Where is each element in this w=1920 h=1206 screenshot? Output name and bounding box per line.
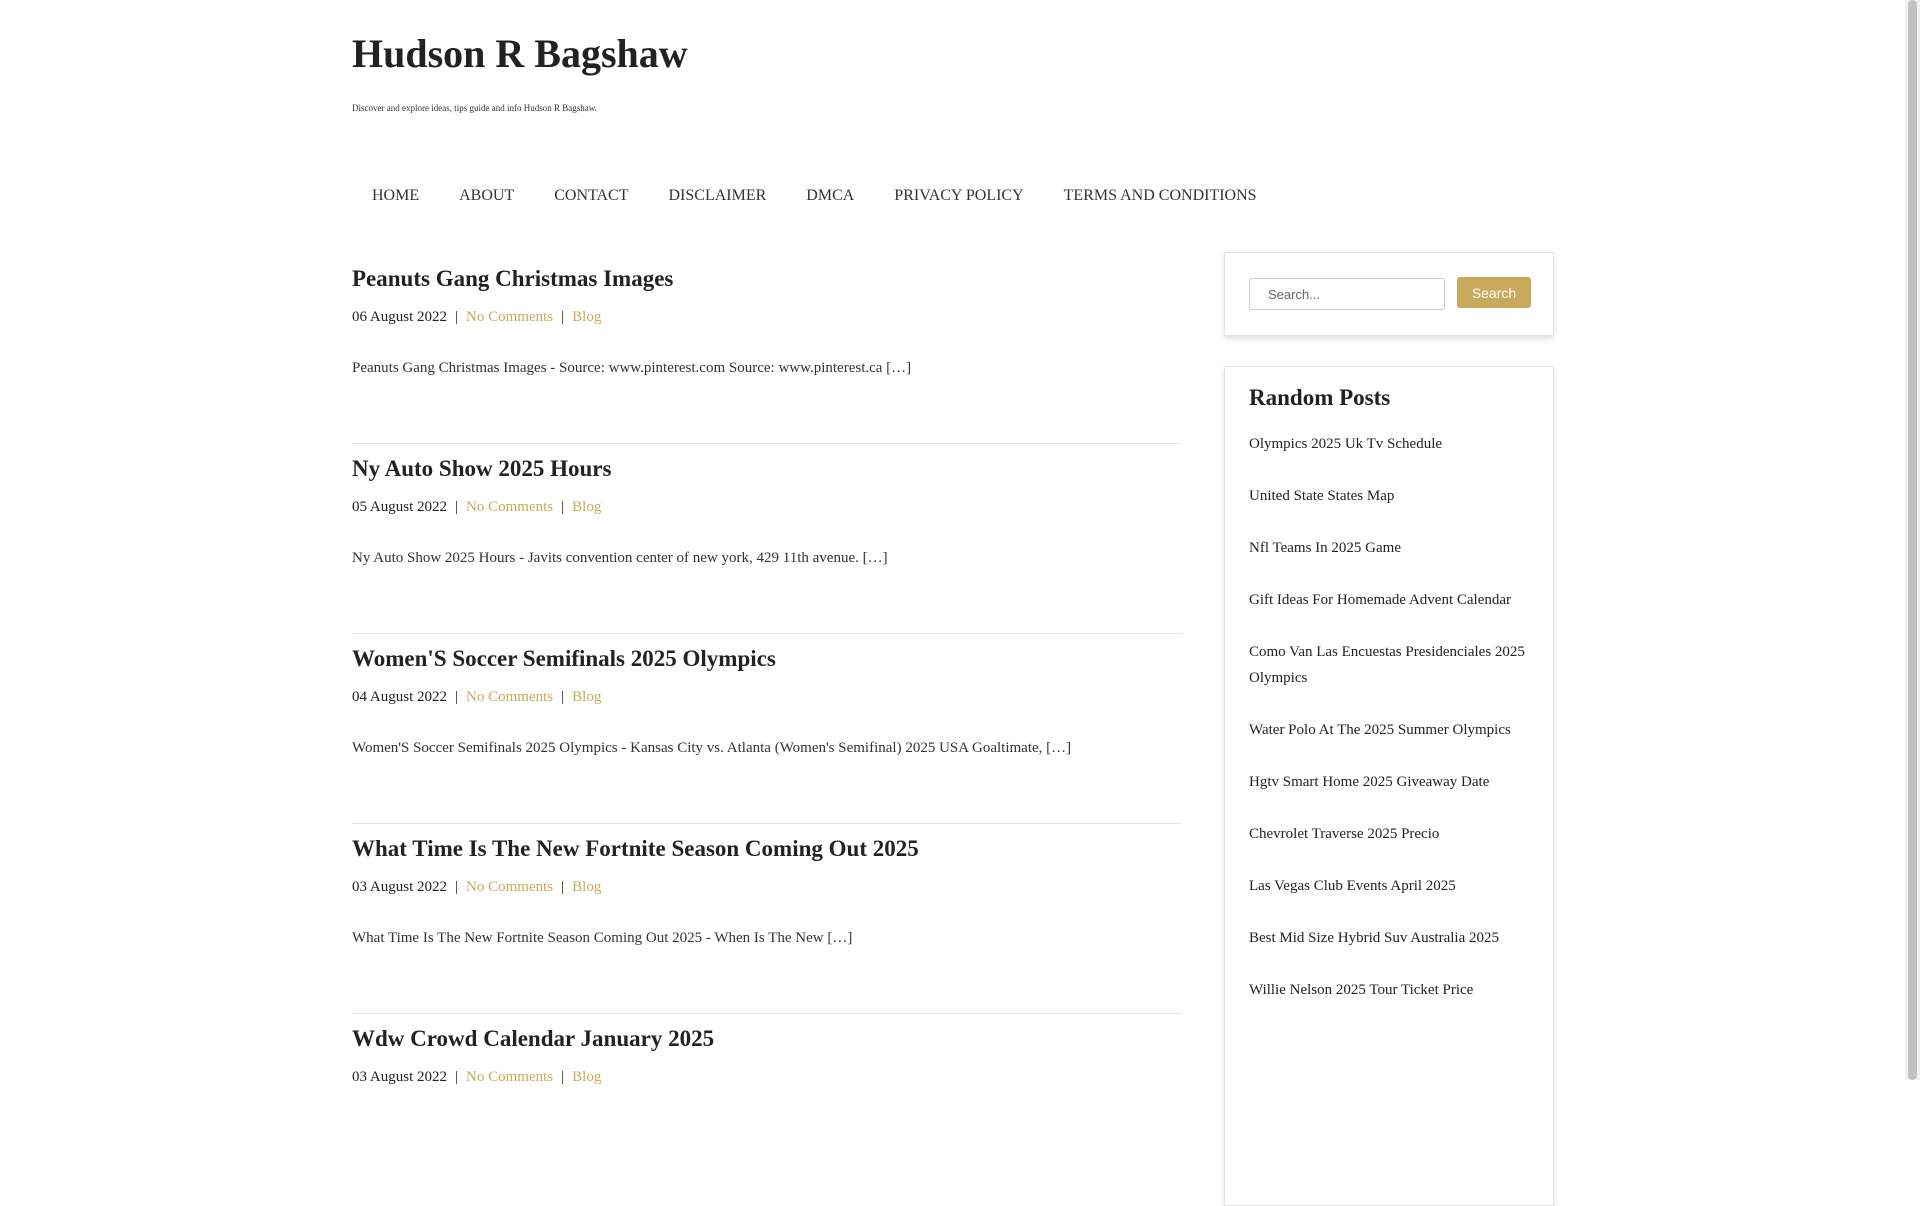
random-post-link[interactable]: Willie Nelson 2025 Tour Ticket Price [1249,977,1529,1003]
sidebar: Search Random Posts Olympics 2025 Uk Tv … [1224,252,1554,1206]
meta-separator: | [561,499,565,515]
post-excerpt: Ny Auto Show 2025 Hours - Javits convent… [352,550,888,566]
nav-contact[interactable]: CONTACT [534,184,648,208]
random-post-link[interactable]: Hgtv Smart Home 2025 Giveaway Date [1249,769,1529,795]
meta-separator: | [455,499,459,515]
random-post-link[interactable]: United State States Map [1249,483,1529,509]
post-title[interactable]: Women'S Soccer Semifinals 2025 Olympics [352,646,776,672]
post-category-link[interactable]: Blog [572,689,601,705]
post-category-link[interactable]: Blog [572,1069,601,1085]
meta-separator: | [455,309,459,325]
post-list: Peanuts Gang Christmas Images 06 August … [352,254,1182,1204]
post-item: Peanuts Gang Christmas Images 06 August … [352,254,1182,444]
post-meta: 06 August 2022 | No Comments | Blog [352,309,601,326]
post-date: 04 August 2022 [352,689,448,705]
random-post-link[interactable]: Chevrolet Traverse 2025 Precio [1249,821,1529,847]
meta-separator: | [561,309,565,325]
random-posts-widget: Random Posts Olympics 2025 Uk Tv Schedul… [1224,366,1554,1206]
post-excerpt: What Time Is The New Fortnite Season Com… [352,930,853,946]
random-posts-list: Olympics 2025 Uk Tv Schedule United Stat… [1249,431,1529,1003]
random-post-link[interactable]: Como Van Las Encuestas Presidenciales 20… [1249,639,1529,691]
post-item: Wdw Crowd Calendar January 2025 03 Augus… [352,1014,1182,1204]
nav-dmca[interactable]: DMCA [786,184,874,208]
random-post-link[interactable]: Water Polo At The 2025 Summer Olympics [1249,717,1529,743]
post-title[interactable]: Peanuts Gang Christmas Images [352,266,673,292]
post-comments-link[interactable]: No Comments [466,309,553,325]
post-category-link[interactable]: Blog [572,879,601,895]
random-post-link[interactable]: Las Vegas Club Events April 2025 [1249,873,1529,899]
random-post-link[interactable]: Olympics 2025 Uk Tv Schedule [1249,431,1529,457]
random-post-link[interactable]: Best Mid Size Hybrid Suv Australia 2025 [1249,925,1529,951]
post-excerpt: Women'S Soccer Semifinals 2025 Olympics … [352,740,1072,756]
meta-separator: | [561,1069,565,1085]
post-item: Ny Auto Show 2025 Hours 05 August 2022 | N… [352,444,1182,634]
post-item: Women'S Soccer Semifinals 2025 Olympics … [352,634,1182,824]
main-nav: HOME ABOUT CONTACT DISCLAIMER DMCA PRIVA… [352,184,1277,208]
post-comments-link[interactable]: No Comments [466,689,553,705]
post-title[interactable]: Wdw Crowd Calendar January 2025 [352,1026,714,1052]
search-input[interactable] [1249,278,1445,310]
meta-separator: | [561,879,565,895]
post-category-link[interactable]: Blog [572,499,601,515]
post-comments-link[interactable]: No Comments [466,879,553,895]
nav-privacy-policy[interactable]: PRIVACY POLICY [874,184,1043,208]
nav-terms-and-conditions[interactable]: TERMS AND CONDITIONS [1044,184,1277,208]
post-category-link[interactable]: Blog [572,309,601,325]
post-title[interactable]: What Time Is The New Fortnite Season Com… [352,836,919,862]
random-post-link[interactable]: Nfl Teams In 2025 Game [1249,535,1529,561]
meta-separator: | [455,689,459,705]
scrollbar-thumb[interactable] [1908,0,1917,1080]
post-item: What Time Is The New Fortnite Season Com… [352,824,1182,1014]
post-meta: 05 August 2022 | No Comments | Blog [352,499,601,516]
nav-about[interactable]: ABOUT [439,184,534,208]
post-meta: 03 August 2022 | No Comments | Blog [352,1069,601,1086]
site-title[interactable]: Hudson R Bagshaw [352,30,688,77]
meta-separator: | [561,689,565,705]
post-title[interactable]: Ny Auto Show 2025 Hours [352,456,611,482]
post-meta: 04 August 2022 | No Comments | Blog [352,689,601,706]
search-button[interactable]: Search [1457,277,1531,308]
post-date: 03 August 2022 [352,1069,448,1085]
site-description: Discover and explore ideas, tips guide a… [352,103,597,113]
meta-separator: | [455,1069,459,1085]
post-meta: 03 August 2022 | No Comments | Blog [352,879,601,896]
post-date: 06 August 2022 [352,309,448,325]
post-comments-link[interactable]: No Comments [466,499,553,515]
random-post-link[interactable]: Gift Ideas For Homemade Advent Calendar [1249,587,1529,613]
post-excerpt: Peanuts Gang Christmas Images - Source: … [352,360,912,376]
nav-home[interactable]: HOME [352,184,439,208]
post-date: 05 August 2022 [352,499,448,515]
meta-separator: | [455,879,459,895]
page-scrollbar[interactable] [1905,0,1920,1080]
random-posts-title: Random Posts [1249,385,1391,410]
nav-disclaimer[interactable]: DISCLAIMER [649,184,787,208]
post-comments-link[interactable]: No Comments [466,1069,553,1085]
post-date: 03 August 2022 [352,879,448,895]
search-widget: Search [1224,252,1554,336]
